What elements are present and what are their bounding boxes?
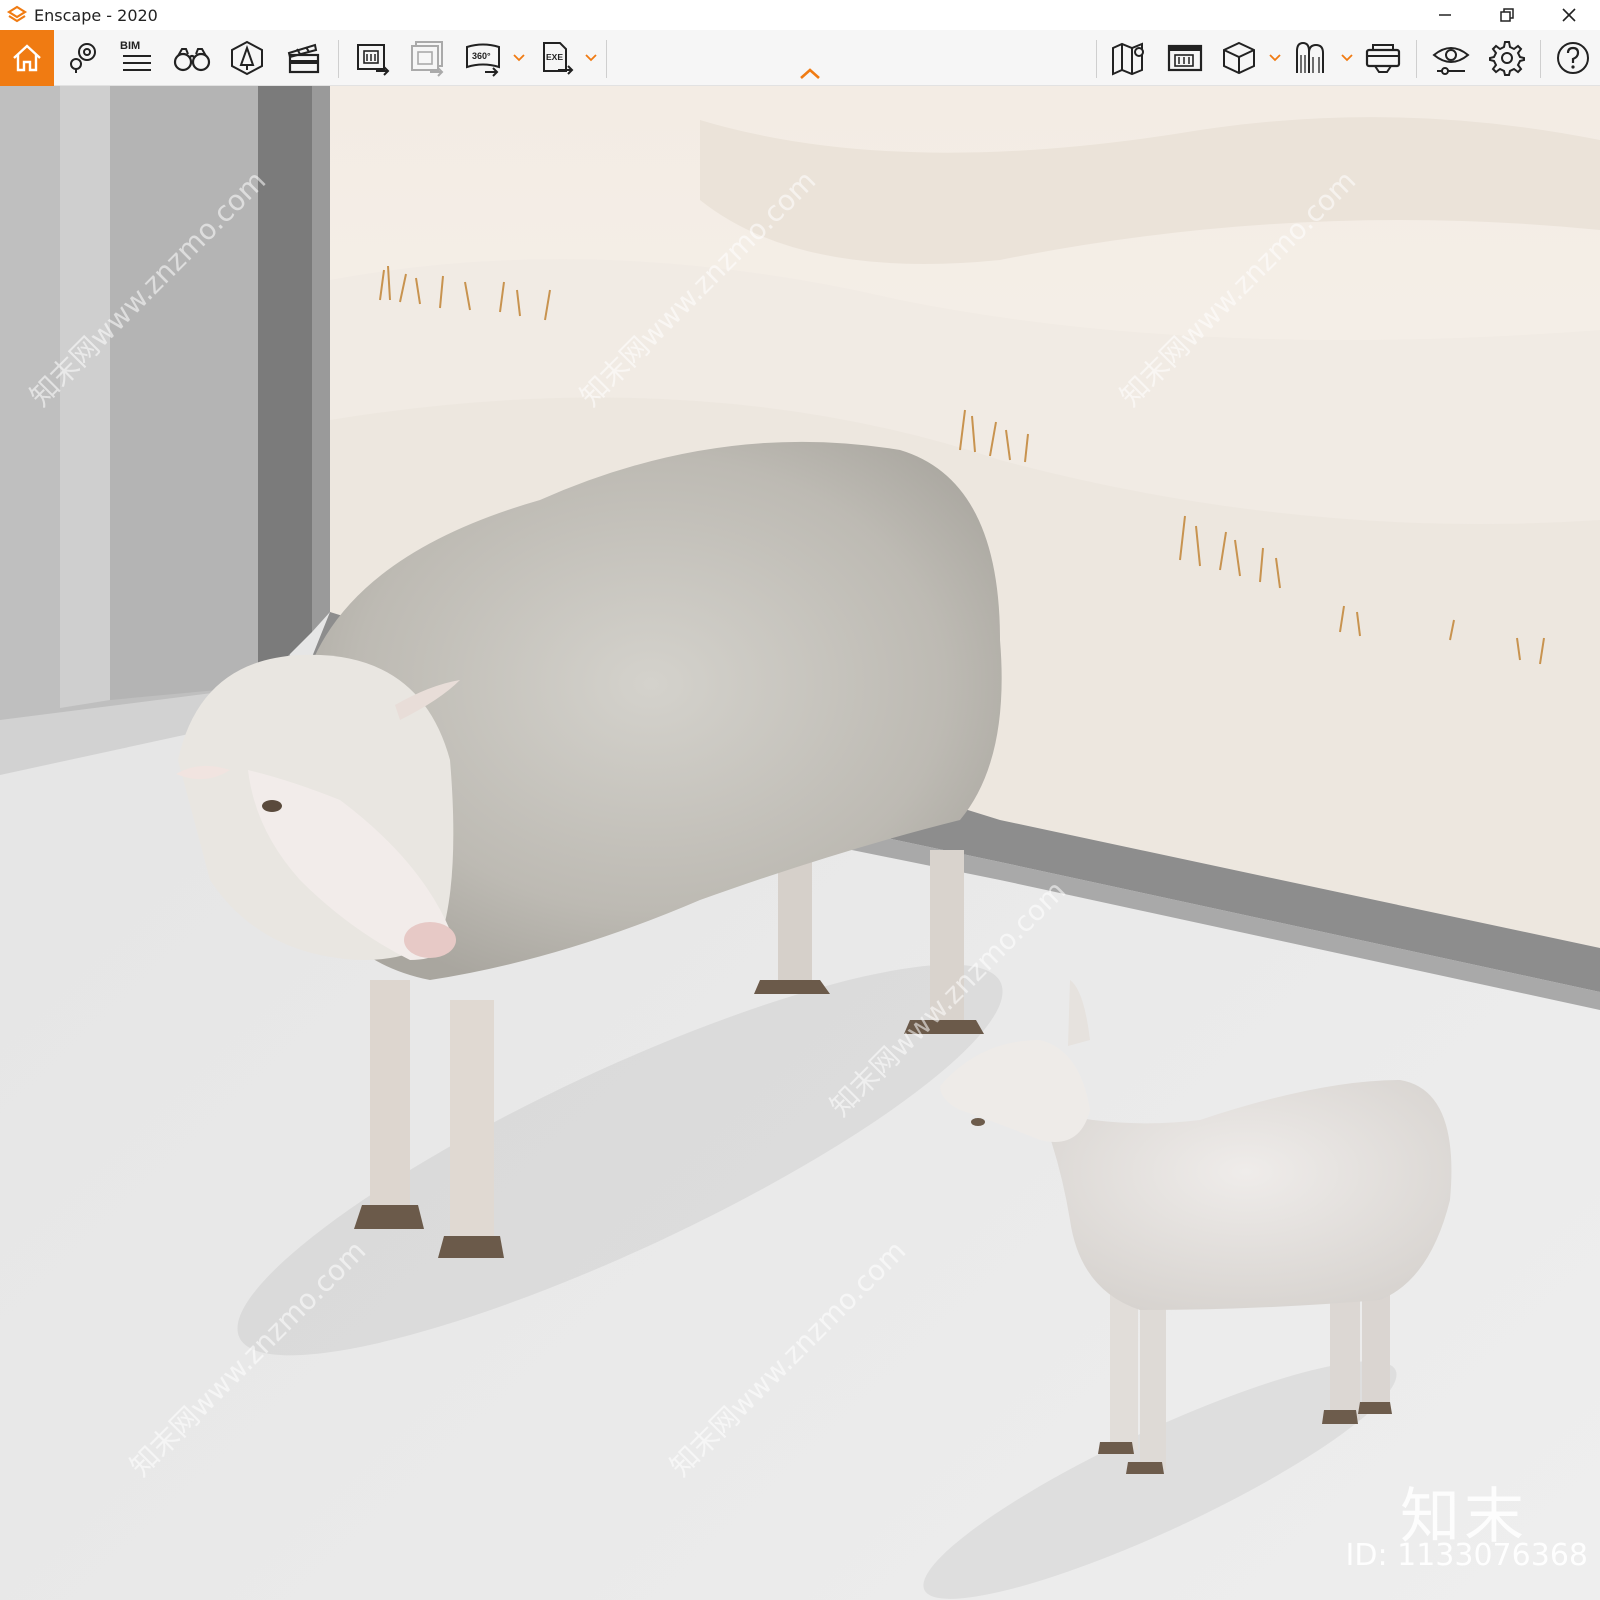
annotation-icon	[1167, 44, 1203, 72]
cube-icon	[1223, 41, 1255, 75]
asset-library-button[interactable]	[1212, 30, 1266, 86]
toolbar-separator	[1540, 40, 1541, 78]
export-dropdown[interactable]	[584, 52, 598, 64]
binoculars-button[interactable]	[165, 30, 219, 86]
title-bar: Enscape - 2020	[0, 0, 1600, 30]
material-editor-button[interactable]	[1284, 30, 1338, 86]
render-screenshot-button[interactable]	[346, 30, 400, 86]
map-pin-icon	[70, 43, 96, 73]
map-icon	[1112, 42, 1144, 76]
atmosphere-icon	[231, 40, 263, 76]
panorama-dropdown[interactable]	[512, 52, 526, 64]
eye-settings-icon	[1432, 47, 1470, 75]
home-icon	[13, 44, 41, 72]
toolbar-separator	[1416, 40, 1417, 78]
atmosphere-button[interactable]	[220, 30, 274, 86]
asset-dropdown[interactable]	[1268, 52, 1282, 64]
batch-render-icon	[411, 41, 444, 77]
main-toolbar: BIM 360° EXE	[0, 30, 1600, 86]
views-button[interactable]	[56, 30, 110, 86]
toolbar-separator	[1096, 40, 1097, 78]
restore-icon	[1500, 8, 1514, 22]
export-exe-button[interactable]: EXE	[530, 30, 584, 86]
gear-icon	[1489, 41, 1525, 76]
chevron-down-icon	[513, 54, 525, 62]
toolbar-separator	[338, 40, 339, 78]
chevron-up-icon[interactable]	[798, 66, 822, 82]
export-exe-icon: EXE	[543, 42, 574, 75]
render-viewport[interactable]: 知末网www.znzmo.com 知末网www.znzmo.com 知末网www…	[0, 86, 1600, 1600]
bim-label: BIM	[120, 40, 141, 52]
batch-render-button[interactable]	[400, 30, 454, 86]
exe-label: EXE	[546, 52, 563, 62]
visual-settings-button[interactable]	[1424, 30, 1478, 86]
help-button[interactable]	[1546, 30, 1600, 86]
map-button[interactable]	[1102, 30, 1156, 86]
vr-headset-icon	[1365, 44, 1401, 73]
clapperboard-icon	[287, 43, 320, 74]
material-icon	[1296, 41, 1324, 73]
minimize-icon	[1439, 14, 1451, 16]
close-icon	[1562, 8, 1576, 22]
restore-button[interactable]	[1476, 0, 1538, 30]
minimize-button[interactable]	[1414, 0, 1476, 30]
toolbar-separator	[606, 40, 607, 78]
video-editor-button[interactable]	[276, 30, 330, 86]
material-dropdown[interactable]	[1340, 52, 1354, 64]
collaborative-annotation-button[interactable]	[1158, 30, 1212, 86]
watermark-id: ID: 1133076368	[1345, 1538, 1588, 1573]
window-title: Enscape - 2020	[34, 5, 158, 25]
panorama-icon: 360°	[466, 43, 500, 77]
home-button[interactable]	[0, 30, 54, 86]
binoculars-icon	[173, 48, 211, 72]
vr-headset-button[interactable]	[1356, 30, 1410, 86]
close-button[interactable]	[1538, 0, 1600, 30]
render-image-icon	[357, 44, 390, 76]
enscape-logo-icon	[6, 5, 28, 23]
panorama-button[interactable]: 360°	[456, 30, 510, 86]
chevron-down-icon	[585, 54, 597, 62]
panorama-label: 360°	[472, 51, 491, 61]
help-icon	[1557, 42, 1589, 74]
chevron-down-icon	[1341, 54, 1353, 62]
bim-button[interactable]: BIM	[110, 30, 164, 86]
window-controls	[1414, 0, 1600, 30]
chevron-down-icon	[1269, 54, 1281, 62]
general-settings-button[interactable]	[1480, 30, 1534, 86]
